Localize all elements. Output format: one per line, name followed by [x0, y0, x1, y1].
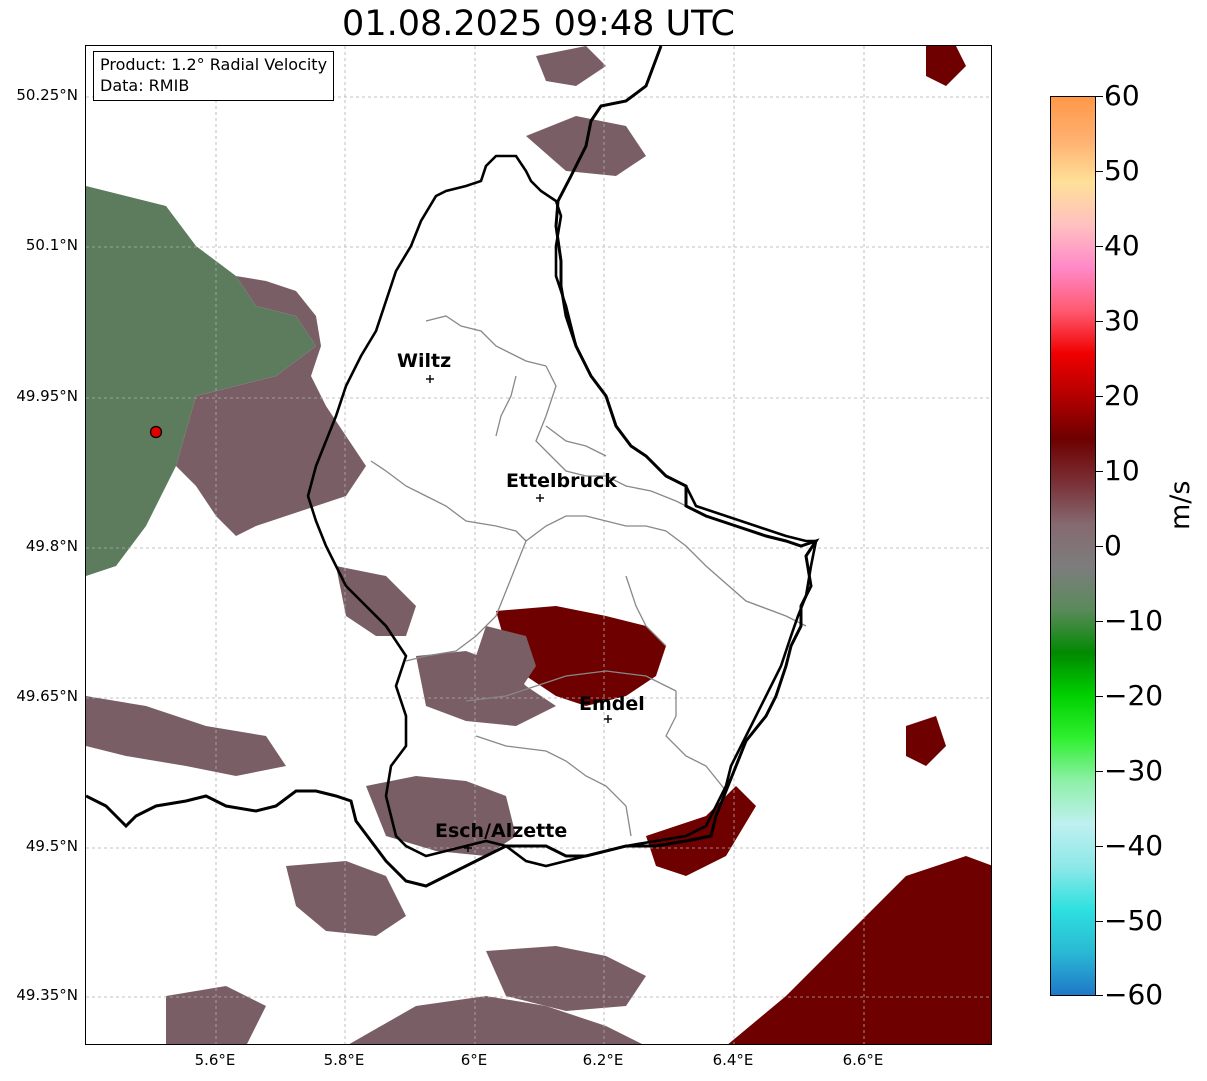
echo-east-strong	[646, 786, 756, 876]
lat-tick: 49.65°N	[16, 687, 78, 705]
lon-tick: 5.8°E	[323, 1051, 365, 1069]
colorbar-tick: −10	[1104, 604, 1164, 637]
colorbar-tick: 30	[1104, 304, 1140, 337]
colorbar-tick: 40	[1104, 229, 1140, 262]
colorbar-tick: −50	[1104, 904, 1164, 937]
data-source-label: Data: RMIB	[100, 76, 190, 95]
graticule	[86, 46, 991, 1044]
echo-center-west	[336, 566, 416, 636]
map-title: 01.08.2025 09:48 UTC	[342, 4, 735, 44]
city-label-esch: Esch/Alzette	[435, 820, 568, 842]
lon-tick: 6°E	[460, 1051, 488, 1069]
lat-tick: 50.25°N	[16, 86, 78, 104]
colorbar-tick: −30	[1104, 754, 1164, 787]
echo-top-right	[926, 46, 966, 86]
lat-tick: 49.8°N	[25, 537, 78, 555]
product-label: Product: 1.2° Radial Velocity	[100, 55, 328, 74]
radar-site-marker	[149, 425, 163, 439]
echo-east-small	[906, 716, 946, 766]
lat-tick: 49.35°N	[16, 986, 78, 1004]
lon-tick: 6.6°E	[842, 1051, 884, 1069]
colorbar-tick: −20	[1104, 679, 1164, 712]
lat-tick: 49.95°N	[16, 387, 78, 405]
lon-tick: 6.2°E	[582, 1051, 624, 1069]
echo-southwest-edge	[86, 696, 286, 776]
colorbar-tick: 10	[1104, 454, 1140, 487]
velocity-echoes	[86, 46, 991, 1044]
colorbar	[1050, 96, 1096, 996]
colorbar-tick: 20	[1104, 379, 1140, 412]
lon-tick: 5.6°E	[194, 1051, 236, 1069]
echo-southwest	[286, 861, 406, 936]
city-label-emdel: Emdel	[579, 693, 645, 715]
lat-tick: 50.1°N	[25, 236, 78, 254]
lat-tick: 49.5°N	[25, 837, 78, 855]
radar-map	[85, 45, 992, 1045]
colorbar-tick: 60	[1104, 79, 1140, 112]
colorbar-tick: −40	[1104, 829, 1164, 862]
echo-bottom-right-strong	[728, 856, 991, 1044]
colorbar-tick: 50	[1104, 154, 1140, 187]
colorbar-tick: −60	[1104, 978, 1164, 1011]
city-label-wiltz: Wiltz	[397, 350, 452, 372]
colorbar-label: m/s	[1165, 480, 1196, 530]
colorbar-tick: 0	[1104, 529, 1122, 562]
city-label-ettelbruck: Ettelbruck	[506, 470, 617, 492]
lon-tick: 6.4°E	[712, 1051, 754, 1069]
map-canvas	[86, 46, 991, 1044]
product-info-box: Product: 1.2° Radial Velocity Data: RMIB	[93, 51, 335, 101]
echo-north-top	[536, 46, 606, 86]
